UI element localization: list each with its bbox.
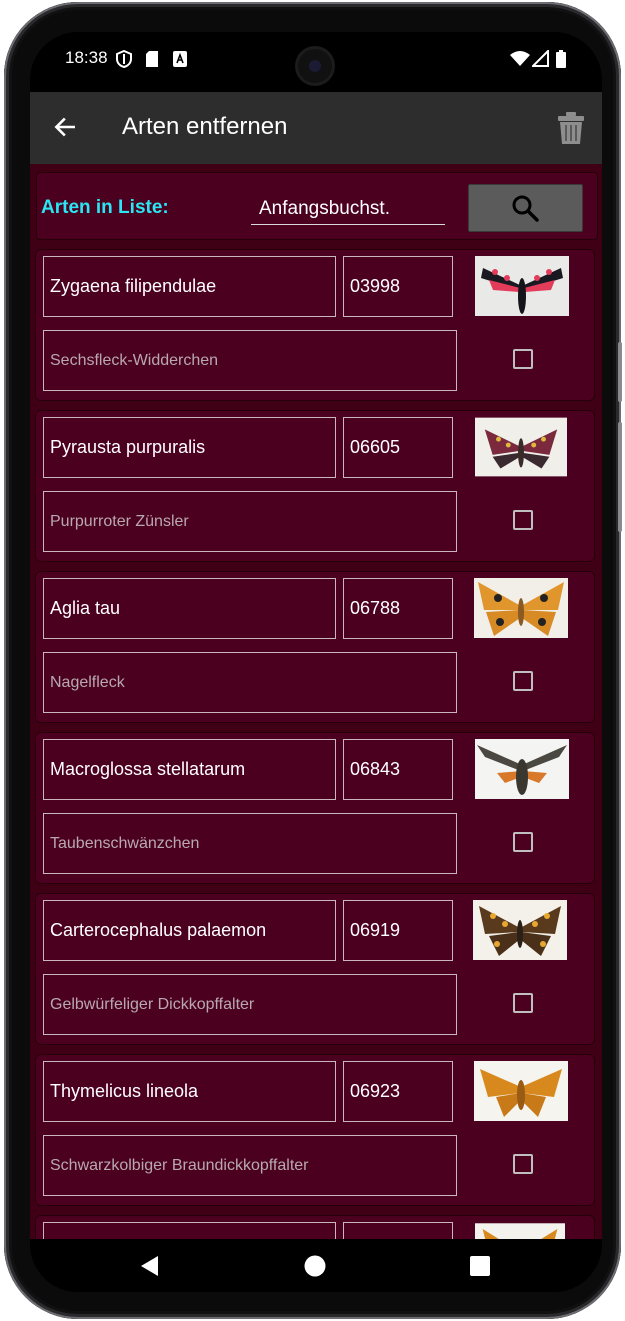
common-name-field[interactable]: Sechsfleck-Widderchen: [43, 330, 457, 391]
species-card: Carterocephalus palaemon 06919 Gelbwürfe…: [35, 893, 595, 1045]
common-name-field[interactable]: Purpurroter Zünsler: [43, 491, 457, 552]
remove-checkbox[interactable]: [513, 349, 533, 369]
scientific-name-field[interactable]: Thymelicus lineola: [43, 1061, 336, 1122]
remove-checkbox[interactable]: [513, 510, 533, 530]
common-name-field[interactable]: Schwarzkolbiger Braundickkopffalter: [43, 1135, 457, 1196]
species-number-field[interactable]: 03998: [343, 256, 453, 317]
system-navigation-bar: [30, 1239, 602, 1292]
species-thumbnail-image: [474, 578, 568, 638]
species-number-field[interactable]: 06605: [343, 417, 453, 478]
species-card: Thymelicus lineola 06923 Schwarzkolbiger…: [35, 1054, 595, 1206]
species-card: Macroglossa stellatarum 06843 Taubenschw…: [35, 732, 595, 884]
species-number-field[interactable]: 06843: [343, 739, 453, 800]
filter-bar: Arten in Liste:: [36, 172, 598, 240]
cell-signal-icon: [532, 50, 549, 67]
species-in-list-label: Arten in Liste:: [41, 197, 169, 218]
initial-letters-input[interactable]: [251, 193, 445, 225]
remove-checkbox[interactable]: [513, 832, 533, 852]
battery-icon: [556, 50, 566, 68]
scientific-name-field[interactable]: Zygaena filipendulae: [43, 256, 336, 317]
species-number-field[interactable]: 06923: [343, 1061, 453, 1122]
nav-back-icon[interactable]: [140, 1255, 160, 1277]
status-bar: 18:38: [30, 32, 602, 92]
delete-trash-icon[interactable]: [557, 111, 585, 145]
sd-card-icon: [146, 51, 158, 67]
species-number-field[interactable]: 06788: [343, 578, 453, 639]
status-time: 18:38: [65, 48, 108, 67]
common-name-field[interactable]: Taubenschwänzchen: [43, 813, 457, 874]
phone-frame: 18:38 Arten entfernen Arten in Liste: An…: [4, 2, 622, 1319]
species-thumbnail-image: [475, 1223, 565, 1239]
page-title: Arten entfernen: [122, 113, 288, 140]
scientific-name-field[interactable]: Macroglossa stellatarum: [43, 739, 336, 800]
app-notification-icon: [173, 51, 187, 67]
search-button[interactable]: [468, 184, 583, 232]
nav-recents-icon[interactable]: [470, 1256, 490, 1276]
species-card: Pyrausta purpuralis 06605 Purpurroter Zü…: [35, 410, 595, 562]
species-card: Aglia tau 06788 Nagelfleck: [35, 571, 595, 723]
species-card: Zygaena filipendulae 03998 Sechsfleck-Wi…: [35, 249, 595, 401]
nav-home-icon[interactable]: [304, 1255, 326, 1277]
common-name-field[interactable]: Nagelfleck: [43, 652, 457, 713]
front-camera: [298, 49, 332, 83]
back-arrow-icon[interactable]: [52, 114, 78, 140]
species-thumbnail-image: [474, 1061, 568, 1121]
species-thumbnail-image: [473, 900, 567, 960]
shield-icon: [116, 50, 132, 68]
species-number-field[interactable]: 06919: [343, 900, 453, 961]
remove-checkbox[interactable]: [513, 671, 533, 691]
wifi-icon: [510, 51, 530, 66]
species-thumbnail-image: [475, 417, 567, 477]
remove-checkbox[interactable]: [513, 1154, 533, 1174]
scientific-name-field[interactable]: Carterocephalus palaemon: [43, 900, 336, 961]
common-name-field[interactable]: Gelbwürfeliger Dickkopffalter: [43, 974, 457, 1035]
search-icon: [512, 195, 539, 222]
species-thumbnail-image: [475, 256, 569, 316]
scientific-name-field[interactable]: [43, 1222, 336, 1239]
scientific-name-field[interactable]: Aglia tau: [43, 578, 336, 639]
species-card: [35, 1215, 595, 1239]
remove-checkbox[interactable]: [513, 993, 533, 1013]
app-bar: Arten entfernen: [30, 92, 602, 164]
volume-button: [618, 422, 622, 532]
power-button: [618, 342, 622, 402]
species-list-area: Arten in Liste: Zygaena filipendulae 039…: [30, 164, 602, 1239]
scientific-name-field[interactable]: Pyrausta purpuralis: [43, 417, 336, 478]
screen: 18:38 Arten entfernen Arten in Liste: An…: [30, 32, 602, 1292]
species-thumbnail-image: [475, 739, 569, 799]
species-number-field[interactable]: [343, 1222, 453, 1239]
